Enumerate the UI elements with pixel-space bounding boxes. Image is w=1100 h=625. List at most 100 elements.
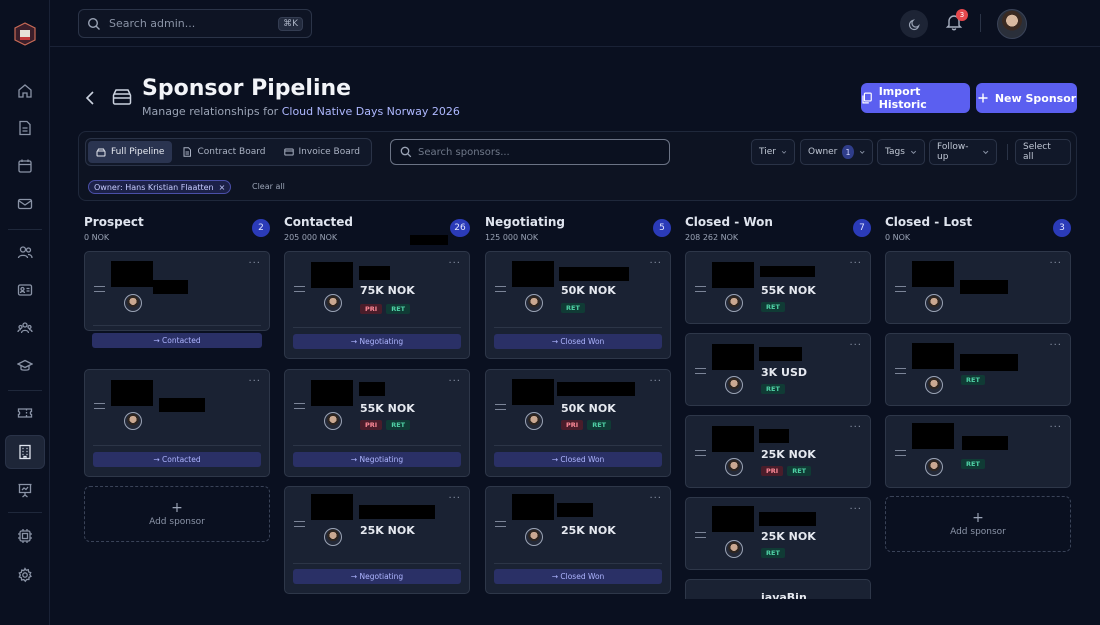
drag-handle-icon[interactable] [495,404,506,410]
more-menu-icon[interactable]: ··· [849,258,862,269]
sponsor-card[interactable]: ··· 25K NOK RET [685,497,871,570]
sponsor-card[interactable]: ··· → Contacted [84,369,270,477]
tags-filter[interactable]: Tags [877,139,925,165]
more-menu-icon[interactable]: ··· [1049,340,1062,351]
tab-invoice-board[interactable]: Invoice Board [276,141,369,163]
sponsor-card[interactable]: ··· 25K NOK PRI RET [685,415,871,488]
owner-filter[interactable]: Owner 1 [800,139,873,165]
drag-handle-icon[interactable] [695,368,706,374]
drag-handle-icon[interactable] [294,521,305,527]
settings-nav[interactable] [5,558,45,592]
sponsor-search-placeholder: Search sponsors... [418,146,510,158]
more-menu-icon[interactable]: ··· [849,340,862,351]
drag-handle-icon[interactable] [495,286,506,292]
tab-full-pipeline[interactable]: Full Pipeline [88,141,173,163]
sponsor-card[interactable]: ··· 25K NOK → Closed Won [485,486,671,594]
sponsor-search-input[interactable]: Search sponsors... [390,139,670,165]
more-menu-icon[interactable]: ··· [1049,422,1062,433]
select-all-button[interactable]: Select all [1015,139,1071,165]
redacted-region [410,235,448,245]
move-to-negotiating-button[interactable]: → Negotiating [293,334,461,349]
users-nav[interactable] [5,235,45,269]
education-nav[interactable] [5,349,45,383]
more-menu-icon[interactable]: ··· [1049,258,1062,269]
move-to-closed-won-button[interactable]: → Closed Won [494,452,662,467]
more-menu-icon[interactable]: ··· [448,493,461,504]
tab-contract-board[interactable]: Contract Board [174,141,273,163]
more-menu-icon[interactable]: ··· [448,376,461,387]
sponsor-name [557,382,635,396]
sponsor-card[interactable]: ··· 55K NOK RET [685,251,871,324]
deal-amount: 25K NOK [761,448,816,461]
drag-handle-icon[interactable] [895,368,906,374]
owner-filter-chip[interactable]: Owner: Hans Kristian Flaatten × [88,180,232,194]
owner-avatar [324,294,342,312]
sponsor-name [962,436,1008,450]
sponsor-card[interactable]: ··· 25K NOK → Negotiating [284,486,470,594]
owner-avatar [324,412,342,430]
followup-filter[interactable]: Follow-up [929,139,997,165]
move-to-closed-won-button[interactable]: → Closed Won [494,569,662,584]
move-to-contacted-button[interactable]: → Contacted [92,333,262,348]
sponsor-card[interactable]: ··· 50K NOK PRI RET → Closed Won [485,369,671,477]
calendar-nav[interactable] [5,149,45,183]
chip-remove-icon[interactable]: × [219,183,226,192]
sponsor-card[interactable]: ··· 75K NOK PRI RET → Negotiating [284,251,470,359]
presentations-nav[interactable] [5,473,45,507]
sponsor-card[interactable]: ··· RET [885,333,1071,406]
sponsor-card[interactable]: javaBin [685,579,871,599]
user-avatar[interactable] [997,9,1027,39]
ticket-icon [17,408,33,418]
more-menu-icon[interactable]: ··· [248,376,261,387]
moon-icon [908,18,920,30]
app-logo-icon[interactable] [14,22,36,46]
back-arrow-icon[interactable] [83,90,97,106]
drag-handle-icon[interactable] [895,450,906,456]
drag-handle-icon[interactable] [695,532,706,538]
column-title: Closed - Won [685,215,773,229]
drag-handle-icon[interactable] [695,286,706,292]
theme-toggle-button[interactable] [900,10,928,38]
move-to-closed-won-button[interactable]: → Closed Won [494,334,662,349]
more-menu-icon[interactable]: ··· [849,504,862,515]
sponsor-card[interactable]: ··· 55K NOK PRI RET → Negotiating [284,369,470,477]
column-total: 125 000 NOK [485,233,539,242]
move-to-negotiating-button[interactable]: → Negotiating [293,569,461,584]
new-sponsor-button[interactable]: New Sponsor [976,83,1077,113]
documents-nav[interactable] [5,111,45,145]
sponsor-card[interactable]: ··· 3K USD RET [685,333,871,406]
drag-handle-icon[interactable] [495,521,506,527]
add-sponsor-button[interactable]: + Add sponsor [84,486,270,542]
drag-handle-icon[interactable] [895,286,906,292]
clear-all-link[interactable]: Clear all [252,180,285,194]
mail-nav[interactable] [5,187,45,221]
drag-handle-icon[interactable] [294,286,305,292]
more-menu-icon[interactable]: ··· [649,493,662,504]
more-menu-icon[interactable]: ··· [448,258,461,269]
more-menu-icon[interactable]: ··· [649,376,662,387]
drag-handle-icon[interactable] [695,450,706,456]
sponsor-name [559,267,629,281]
drag-handle-icon[interactable] [294,403,305,409]
contacts-nav[interactable] [5,273,45,307]
tag-pri: PRI [360,304,383,314]
more-menu-icon[interactable]: ··· [649,258,662,269]
sponsor-card[interactable]: ··· [885,251,1071,324]
home-nav[interactable] [5,74,45,108]
tag-ret: RET [961,375,985,385]
tier-filter[interactable]: Tier [751,139,795,165]
move-to-negotiating-button[interactable]: → Negotiating [293,452,461,467]
tickets-nav[interactable] [5,396,45,430]
pipeline-icon [112,89,132,105]
admin-search-input[interactable]: Search admin... ⌘K [78,9,312,38]
teams-nav[interactable] [5,311,45,345]
import-historic-button[interactable]: Import Historic [861,83,970,113]
more-menu-icon[interactable]: ··· [849,422,862,433]
move-to-contacted-button[interactable]: → Contacted [93,452,261,467]
add-sponsor-button[interactable]: + Add sponsor [885,496,1071,552]
sponsor-card[interactable]: ··· RET [885,415,1071,488]
drag-handle-icon[interactable] [94,403,105,409]
sponsors-nav[interactable] [5,435,45,469]
sponsor-card[interactable]: ··· 50K NOK RET → Closed Won [485,251,671,359]
integrations-nav[interactable] [5,519,45,553]
